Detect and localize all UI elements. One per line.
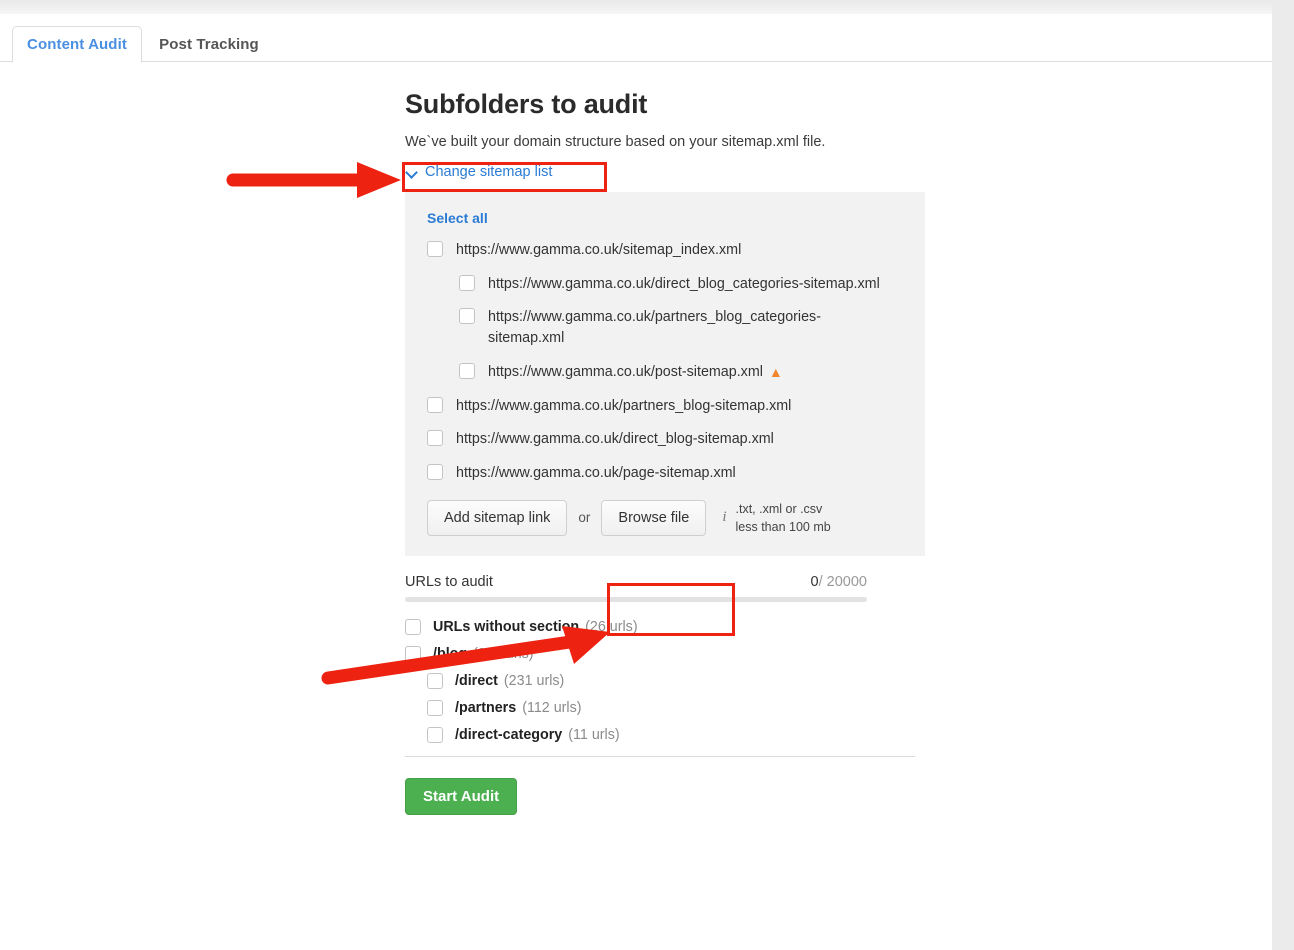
folder-checkbox[interactable]	[405, 646, 421, 662]
tab-post-tracking-label: Post Tracking	[159, 36, 259, 53]
urls-progress-bar	[405, 597, 867, 602]
folder-row[interactable]: /direct (231 urls)	[405, 672, 875, 689]
page-title: Subfolders to audit	[405, 89, 648, 119]
info-icon: i	[722, 509, 727, 526]
folder-name: /partners	[455, 699, 517, 716]
folder-row[interactable]: URLs without section (26 urls)	[405, 618, 875, 635]
file-format-text: .txt, .xml or .csv less than 100 mb	[736, 500, 831, 536]
sitemap-item-label: https://www.gamma.co.uk/direct_blog_cate…	[488, 275, 880, 292]
chevron-down-icon	[407, 167, 418, 178]
sitemap-checkbox[interactable]	[427, 396, 443, 413]
folder-name: /blog	[433, 645, 468, 662]
sitemap-list-item[interactable]: https://www.gamma.co.uk/sitemap_index.xm…	[427, 240, 903, 261]
folder-list-divider	[405, 756, 915, 757]
sitemap-checkbox[interactable]	[459, 274, 475, 291]
sitemap-list-item[interactable]: https://www.gamma.co.uk/direct_blog-site…	[427, 429, 903, 450]
folder-count: (231 urls)	[503, 672, 565, 689]
sitemap-item-label: https://www.gamma.co.uk/sitemap_index.xm…	[456, 242, 742, 258]
folder-count: (364 urls)	[473, 645, 534, 662]
folder-name: URLs without section	[433, 618, 580, 635]
change-sitemap-wrap: Change sitemap list	[405, 160, 556, 184]
folder-row[interactable]: /blog (364 urls)	[405, 645, 875, 662]
folder-row[interactable]: /direct-category (11 urls)	[405, 726, 875, 743]
sitemap-list-item[interactable]: https://www.gamma.co.uk/partners_blog_ca…	[427, 307, 903, 348]
change-sitemap-list-link[interactable]: Change sitemap list	[405, 160, 556, 184]
urls-current: 0	[810, 574, 819, 590]
change-sitemap-list-label: Change sitemap list	[425, 164, 553, 180]
folder-checkbox[interactable]	[427, 700, 443, 716]
sitemap-item-text: https://www.gamma.co.uk/post-sitemap.xml	[488, 363, 763, 380]
browse-file-button[interactable]: Browse file	[601, 499, 707, 536]
window-top-strip	[0, 0, 1272, 14]
urls-limit: 20000	[826, 574, 867, 590]
folder-checkbox[interactable]	[405, 619, 421, 635]
urls-to-audit-header: URLs to audit 0/ 20000	[405, 574, 867, 590]
sitemap-list-item[interactable]: https://www.gamma.co.uk/partners_blog-si…	[427, 396, 903, 417]
tab-bar: Content Audit Post Tracking	[0, 20, 1272, 63]
folder-checkbox[interactable]	[427, 673, 443, 689]
page-subtitle: We`ve built your domain structure based …	[405, 134, 826, 150]
sitemap-item-label: https://www.gamma.co.uk/partners_blog-si…	[456, 397, 792, 414]
tab-content-audit-label: Content Audit	[27, 36, 127, 53]
urls-to-audit-label: URLs to audit	[405, 574, 493, 590]
or-label: or	[578, 510, 591, 526]
file-format-line1: .txt, .xml or .csv	[735, 501, 823, 516]
tab-post-tracking[interactable]: Post Tracking	[143, 26, 275, 63]
sitemap-list-item[interactable]: https://www.gamma.co.uk/post-sitemap.xml…	[427, 362, 903, 383]
browse-file-wrap: Browse file	[601, 499, 707, 536]
sitemap-checkbox[interactable]	[427, 464, 443, 481]
sitemap-panel: Select all https://www.gamma.co.uk/sitem…	[405, 192, 925, 556]
select-all-link[interactable]: Select all	[427, 210, 488, 226]
file-format-info: i .txt, .xml or .csv less than 100 mb	[722, 500, 830, 536]
folder-list: URLs without section (26 urls) /blog (36…	[405, 618, 915, 764]
add-sitemap-link-button[interactable]: Add sitemap link	[427, 499, 568, 536]
folder-row[interactable]: /partners (112 urls)	[405, 699, 875, 716]
page-body: Content Audit Post Tracking Subfolders t…	[0, 14, 1272, 950]
folder-count: (26 urls)	[585, 618, 638, 635]
folder-count: (11 urls)	[568, 726, 620, 743]
folder-name: /direct	[455, 672, 498, 689]
folder-count: (112 urls)	[522, 699, 582, 716]
start-audit-button[interactable]: Start Audit	[405, 778, 518, 815]
sitemap-item-label: https://www.gamma.co.uk/direct_blog-site…	[456, 431, 774, 448]
urls-to-audit-counter: 0/ 20000	[811, 574, 867, 590]
main-content: Subfolders to audit We`ve built your dom…	[405, 89, 925, 815]
tab-content-audit[interactable]: Content Audit	[12, 26, 142, 63]
sitemap-item-label: https://www.gamma.co.uk/post-sitemap.xml…	[488, 362, 783, 383]
urls-separator: /	[818, 574, 827, 590]
folder-list-clip: URLs without section (26 urls) /blog (36…	[405, 618, 875, 764]
folder-checkbox[interactable]	[427, 727, 443, 743]
sitemap-checkbox[interactable]	[427, 241, 443, 257]
sitemap-checkbox[interactable]	[459, 308, 475, 325]
file-format-line2: less than 100 mb	[735, 519, 831, 534]
sitemap-list-item[interactable]: https://www.gamma.co.uk/direct_blog_cate…	[427, 274, 903, 295]
folder-name: /direct-category	[455, 726, 563, 743]
sitemap-actions-row: Add sitemap link or Browse file i .txt, …	[427, 499, 903, 536]
warning-triangle-icon: ▲	[768, 363, 783, 380]
sitemap-checkbox[interactable]	[427, 430, 443, 447]
page-right-gutter	[1272, 0, 1294, 950]
sitemap-checkbox[interactable]	[459, 362, 475, 379]
sitemap-list-item[interactable]: https://www.gamma.co.uk/page-sitemap.xml	[427, 463, 903, 484]
sitemap-item-label: https://www.gamma.co.uk/partners_blog_ca…	[488, 309, 821, 347]
sitemap-item-label: https://www.gamma.co.uk/page-sitemap.xml	[456, 465, 736, 482]
